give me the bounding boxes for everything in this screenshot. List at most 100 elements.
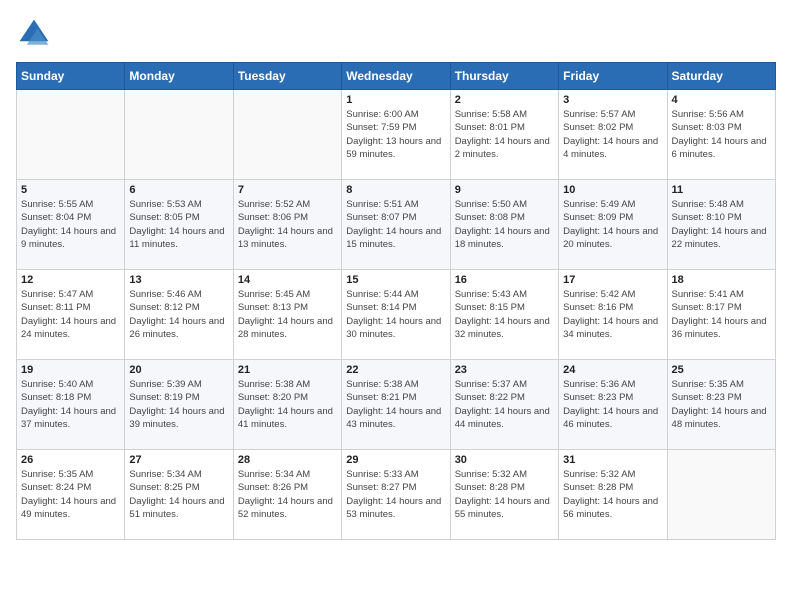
day-number: 11	[672, 184, 771, 196]
calendar-cell: 3Sunrise: 5:57 AMSunset: 8:02 PMDaylight…	[559, 90, 667, 180]
calendar-cell: 6 Sunrise: 5:53 AMSunset: 8:05 PMDaylight…	[125, 180, 233, 270]
calendar-body: 1 Sunrise: 6:00 AMSunset: 7:59 PMDaylight…	[17, 90, 776, 540]
day-info: Sunrise: 5:38 AMSunset: 8:21 PMDaylight:…	[346, 378, 445, 431]
logo	[16, 16, 56, 52]
day-info: Sunrise: 5:55 AMSunset: 8:04 PMDaylight:…	[21, 198, 120, 251]
day-number: 20	[129, 364, 228, 376]
calendar-cell: 14 Sunrise: 5:45 AMSunset: 8:13 PMDayligh…	[233, 270, 341, 360]
day-info: Sunrise: 5:47 AMSunset: 8:11 PMDaylight:…	[21, 288, 120, 341]
calendar-cell: 25 Sunrise: 5:35 AMSunset: 8:23 PMDayligh…	[667, 360, 775, 450]
day-number: 31	[563, 454, 662, 466]
day-info: Sunrise: 5:46 AMSunset: 8:12 PMDaylight:…	[129, 288, 228, 341]
day-info: Sunrise: 5:32 AMSunset: 8:28 PMDaylight:…	[455, 468, 554, 521]
day-info: Sunrise: 6:00 AMSunset: 7:59 PMDaylight:…	[346, 108, 445, 161]
day-info: Sunrise: 5:43 AMSunset: 8:15 PMDaylight:…	[455, 288, 554, 341]
calendar-cell: 29 Sunrise: 5:33 AMSunset: 8:27 PMDayligh…	[342, 450, 450, 540]
day-info: Sunrise: 5:34 AMSunset: 8:25 PMDaylight:…	[129, 468, 228, 521]
day-info: Sunrise: 5:33 AMSunset: 8:27 PMDaylight:…	[346, 468, 445, 521]
calendar-week-row: 1 Sunrise: 6:00 AMSunset: 7:59 PMDaylight…	[17, 90, 776, 180]
day-number: 12	[21, 274, 120, 286]
day-number: 25	[672, 364, 771, 376]
day-info: Sunrise: 5:40 AMSunset: 8:18 PMDaylight:…	[21, 378, 120, 431]
day-number: 19	[21, 364, 120, 376]
day-number: 14	[238, 274, 337, 286]
day-number: 24	[563, 364, 662, 376]
calendar-cell: 15 Sunrise: 5:44 AMSunset: 8:14 PMDayligh…	[342, 270, 450, 360]
weekday-header: Monday	[125, 63, 233, 90]
day-info: Sunrise: 5:42 AMSunset: 8:16 PMDaylight:…	[563, 288, 662, 341]
day-number: 18	[672, 274, 771, 286]
day-number: 5	[21, 184, 120, 196]
weekday-header: Friday	[559, 63, 667, 90]
calendar-week-row: 26 Sunrise: 5:35 AMSunset: 8:24 PMDayligh…	[17, 450, 776, 540]
calendar-cell: 8 Sunrise: 5:51 AMSunset: 8:07 PMDaylight…	[342, 180, 450, 270]
calendar-cell: 7 Sunrise: 5:52 AMSunset: 8:06 PMDaylight…	[233, 180, 341, 270]
day-number: 15	[346, 274, 445, 286]
calendar-cell: 4Sunrise: 5:56 AMSunset: 8:03 PMDaylight…	[667, 90, 775, 180]
calendar-cell: 28 Sunrise: 5:34 AMSunset: 8:26 PMDayligh…	[233, 450, 341, 540]
day-info: Sunrise: 5:53 AMSunset: 8:05 PMDaylight:…	[129, 198, 228, 251]
day-info: Sunrise: 5:52 AMSunset: 8:06 PMDaylight:…	[238, 198, 337, 251]
calendar-week-row: 12 Sunrise: 5:47 AMSunset: 8:11 PMDayligh…	[17, 270, 776, 360]
day-number: 23	[455, 364, 554, 376]
day-number: 6	[129, 184, 228, 196]
day-number: 21	[238, 364, 337, 376]
day-number: 26	[21, 454, 120, 466]
calendar-cell	[233, 90, 341, 180]
calendar-week-row: 5 Sunrise: 5:55 AMSunset: 8:04 PMDaylight…	[17, 180, 776, 270]
day-number: 30	[455, 454, 554, 466]
day-info: Sunrise: 5:34 AMSunset: 8:26 PMDaylight:…	[238, 468, 337, 521]
weekday-header: Wednesday	[342, 63, 450, 90]
weekday-header: Thursday	[450, 63, 558, 90]
day-number: 16	[455, 274, 554, 286]
day-number: 27	[129, 454, 228, 466]
day-info: Sunrise: 5:49 AMSunset: 8:09 PMDaylight:…	[563, 198, 662, 251]
calendar-cell: 26 Sunrise: 5:35 AMSunset: 8:24 PMDayligh…	[17, 450, 125, 540]
day-number: 1	[346, 94, 445, 106]
calendar-cell: 11Sunrise: 5:48 AMSunset: 8:10 PMDayligh…	[667, 180, 775, 270]
calendar-cell	[125, 90, 233, 180]
day-info: Sunrise: 5:51 AMSunset: 8:07 PMDaylight:…	[346, 198, 445, 251]
weekday-header: Saturday	[667, 63, 775, 90]
calendar-cell: 21Sunrise: 5:38 AMSunset: 8:20 PMDayligh…	[233, 360, 341, 450]
calendar-week-row: 19 Sunrise: 5:40 AMSunset: 8:18 PMDayligh…	[17, 360, 776, 450]
day-number: 4	[672, 94, 771, 106]
day-number: 17	[563, 274, 662, 286]
calendar-cell: 10 Sunrise: 5:49 AMSunset: 8:09 PMDayligh…	[559, 180, 667, 270]
calendar-cell: 2 Sunrise: 5:58 AMSunset: 8:01 PMDaylight…	[450, 90, 558, 180]
calendar-cell: 17 Sunrise: 5:42 AMSunset: 8:16 PMDayligh…	[559, 270, 667, 360]
weekday-header: Tuesday	[233, 63, 341, 90]
day-number: 8	[346, 184, 445, 196]
day-number: 28	[238, 454, 337, 466]
day-info: Sunrise: 5:36 AMSunset: 8:23 PMDaylight:…	[563, 378, 662, 431]
day-info: Sunrise: 5:35 AMSunset: 8:24 PMDaylight:…	[21, 468, 120, 521]
day-info: Sunrise: 5:32 AMSunset: 8:28 PMDaylight:…	[563, 468, 662, 521]
calendar-table: SundayMondayTuesdayWednesdayThursdayFrid…	[16, 62, 776, 540]
day-info: Sunrise: 5:44 AMSunset: 8:14 PMDaylight:…	[346, 288, 445, 341]
day-info: Sunrise: 5:35 AMSunset: 8:23 PMDaylight:…	[672, 378, 771, 431]
calendar-cell: 23Sunrise: 5:37 AMSunset: 8:22 PMDayligh…	[450, 360, 558, 450]
day-number: 13	[129, 274, 228, 286]
calendar-cell: 20 Sunrise: 5:39 AMSunset: 8:19 PMDayligh…	[125, 360, 233, 450]
calendar-cell: 22Sunrise: 5:38 AMSunset: 8:21 PMDayligh…	[342, 360, 450, 450]
calendar-cell: 12 Sunrise: 5:47 AMSunset: 8:11 PMDayligh…	[17, 270, 125, 360]
day-info: Sunrise: 5:39 AMSunset: 8:19 PMDaylight:…	[129, 378, 228, 431]
calendar-cell	[667, 450, 775, 540]
logo-icon	[16, 16, 52, 52]
weekday-header: Sunday	[17, 63, 125, 90]
day-info: Sunrise: 5:57 AMSunset: 8:02 PMDaylight:…	[563, 108, 662, 161]
calendar-cell: 16 Sunrise: 5:43 AMSunset: 8:15 PMDayligh…	[450, 270, 558, 360]
day-info: Sunrise: 5:50 AMSunset: 8:08 PMDaylight:…	[455, 198, 554, 251]
day-number: 7	[238, 184, 337, 196]
page-header	[16, 16, 776, 52]
day-number: 10	[563, 184, 662, 196]
day-info: Sunrise: 5:58 AMSunset: 8:01 PMDaylight:…	[455, 108, 554, 161]
calendar-cell: 24 Sunrise: 5:36 AMSunset: 8:23 PMDayligh…	[559, 360, 667, 450]
day-number: 2	[455, 94, 554, 106]
day-number: 9	[455, 184, 554, 196]
day-info: Sunrise: 5:45 AMSunset: 8:13 PMDaylight:…	[238, 288, 337, 341]
calendar-header: SundayMondayTuesdayWednesdayThursdayFrid…	[17, 63, 776, 90]
day-number: 29	[346, 454, 445, 466]
calendar-cell: 13 Sunrise: 5:46 AMSunset: 8:12 PMDayligh…	[125, 270, 233, 360]
calendar-cell: 30 Sunrise: 5:32 AMSunset: 8:28 PMDayligh…	[450, 450, 558, 540]
